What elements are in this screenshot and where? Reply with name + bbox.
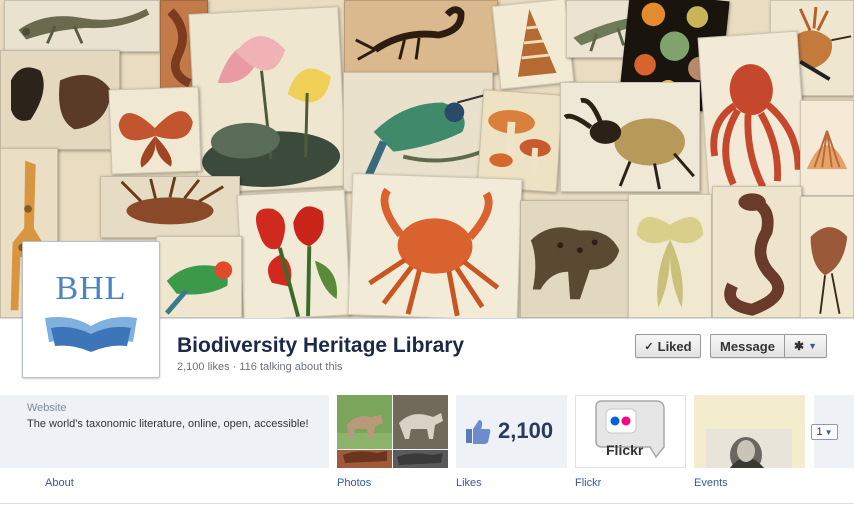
flickr-link[interactable]: Flickr bbox=[575, 477, 601, 489]
cover-image-scorpion bbox=[344, 0, 498, 74]
about-heading: Website bbox=[27, 402, 67, 414]
page-stats: 2,100 likes · 116 talking about this bbox=[177, 361, 343, 373]
liked-button[interactable]: ✓ Liked bbox=[635, 334, 701, 358]
check-icon: ✓ bbox=[644, 340, 654, 353]
more-apps-value: 1 bbox=[816, 426, 823, 438]
avatar[interactable]: BHL bbox=[22, 241, 160, 378]
events-tile[interactable] bbox=[694, 395, 805, 468]
cover-image-lionfish bbox=[100, 176, 240, 238]
events-link[interactable]: Events bbox=[694, 477, 728, 489]
cover-image-cobra bbox=[712, 186, 802, 318]
cover-image-parrot bbox=[156, 236, 242, 318]
message-button[interactable]: Message bbox=[710, 334, 785, 358]
chevron-down-icon: ▼ bbox=[824, 427, 833, 437]
likes-tile[interactable]: 2,100 bbox=[456, 395, 567, 468]
cover-image-beetle bbox=[560, 82, 700, 192]
settings-menu-button[interactable]: ✱ ▼ bbox=[784, 334, 827, 358]
cover-image-leopard bbox=[520, 200, 632, 318]
about-link[interactable]: About bbox=[45, 477, 74, 489]
flickr-tile[interactable]: Flickr bbox=[575, 395, 686, 468]
bhl-logo: BHL bbox=[27, 246, 155, 373]
cover-image-tortoise bbox=[0, 50, 120, 150]
likes-link[interactable]: Likes bbox=[456, 477, 482, 489]
cover-image-luna-moth bbox=[628, 194, 712, 318]
events-thumbnail bbox=[694, 395, 805, 468]
flickr-text: Flickr bbox=[606, 442, 644, 458]
cover-image-anthurium bbox=[236, 189, 352, 318]
cover-image-shell bbox=[491, 0, 575, 90]
cover-image-lotus bbox=[188, 6, 348, 194]
liked-label: Liked bbox=[657, 338, 692, 354]
page-title[interactable]: Biodiversity Heritage Library bbox=[177, 334, 464, 358]
divider bbox=[0, 503, 854, 504]
photos-thumbnail bbox=[337, 395, 448, 468]
photos-link[interactable]: Photos bbox=[337, 477, 371, 489]
chevron-down-icon: ▼ bbox=[808, 341, 817, 351]
cover-image-octopus bbox=[697, 30, 809, 198]
gear-icon: ✱ bbox=[794, 339, 805, 353]
open-book-icon bbox=[45, 317, 137, 352]
message-label: Message bbox=[720, 338, 775, 354]
cover-image-crab bbox=[347, 173, 523, 318]
more-apps-dropdown[interactable]: 1 ▼ bbox=[811, 424, 838, 440]
cover-image-lizard bbox=[4, 0, 160, 52]
about-description: The world's taxonomic literature, online… bbox=[27, 418, 309, 430]
cover-image-bird bbox=[800, 196, 854, 318]
likes-count: 2,100 bbox=[498, 418, 554, 443]
cover-image-scallop bbox=[800, 100, 854, 196]
cover-image-moth bbox=[108, 86, 202, 175]
thumbs-up-icon bbox=[466, 420, 491, 444]
photos-tile[interactable] bbox=[337, 395, 448, 468]
logo-text: BHL bbox=[55, 270, 127, 307]
